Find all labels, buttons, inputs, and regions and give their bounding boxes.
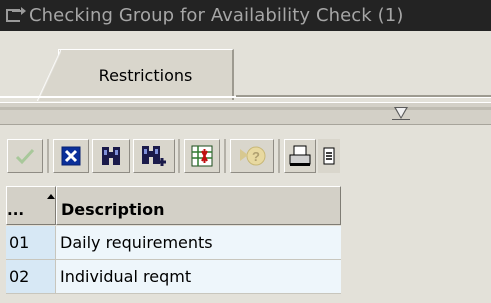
window: Checking Group for Availability Check (1… (0, 0, 491, 303)
new-entries-button[interactable] (184, 139, 220, 173)
check-button[interactable] (7, 139, 43, 173)
data-table: ... Description 01 Daily requirements 02… (0, 186, 491, 303)
title-bar: Checking Group for Availability Check (1… (0, 0, 491, 31)
table-header: ... Description (6, 186, 341, 225)
toolbar-separator (224, 139, 226, 173)
find-next-icon (142, 146, 166, 166)
description-cell[interactable]: Individual reqmt (56, 260, 341, 293)
dropdown-arrow-underline (392, 119, 410, 120)
find-button[interactable] (92, 139, 130, 173)
dropdown-strip (0, 102, 491, 125)
dropdown-arrow-icon[interactable] (394, 107, 408, 119)
print-icon (289, 145, 311, 166)
svg-text:?: ? (252, 149, 260, 164)
delete-button[interactable] (53, 139, 89, 173)
help-icon: ? (240, 146, 266, 166)
toolbar-separator (178, 139, 180, 173)
select-all-label: ... (7, 201, 25, 219)
select-all-header[interactable]: ... (6, 186, 56, 225)
table-empty-area (341, 226, 491, 303)
toolbar-separator (47, 139, 49, 173)
key-cell[interactable]: 01 (6, 226, 56, 259)
tab-slant (37, 49, 61, 101)
app-logo-icon (6, 7, 26, 24)
table-body: 01 Daily requirements 02 Individual reqm… (6, 226, 341, 294)
description-cell[interactable]: Daily requirements (56, 226, 341, 259)
find-icon (102, 147, 120, 165)
toolbar-separator (278, 139, 280, 173)
tab-label: Restrictions (98, 65, 193, 85)
print-button[interactable] (284, 139, 316, 173)
table-toolbar: ? (0, 131, 491, 181)
delete-icon (61, 146, 81, 166)
details-icon (323, 147, 335, 165)
help-button[interactable]: ? (230, 139, 274, 173)
tab-strip: Restrictions (0, 31, 491, 101)
sort-caret-icon (47, 194, 55, 199)
details-button[interactable] (318, 139, 340, 173)
tab-restrictions[interactable]: Restrictions (37, 49, 234, 101)
description-column-header[interactable]: Description (56, 186, 341, 225)
window-title: Checking Group for Availability Check (1… (29, 5, 404, 26)
check-icon (15, 148, 35, 165)
dropdown-bar (0, 107, 491, 110)
table-row[interactable]: 02 Individual reqmt (6, 260, 341, 294)
tab-divider-shadow (236, 95, 491, 97)
find-next-button[interactable] (133, 139, 175, 173)
new-entries-icon (191, 145, 213, 167)
key-cell[interactable]: 02 (6, 260, 56, 293)
table-row[interactable]: 01 Daily requirements (6, 226, 341, 260)
